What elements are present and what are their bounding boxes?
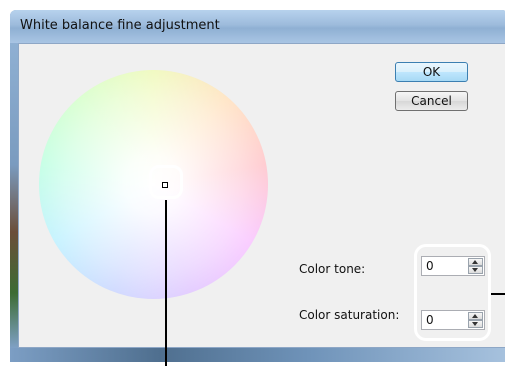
spin-down-icon[interactable] [468,266,483,274]
cancel-button[interactable]: Cancel [395,91,468,111]
window-border-bottom [10,348,505,362]
spin-down-icon[interactable] [468,320,483,328]
color-tone-value[interactable]: 0 [426,259,434,273]
spin-up-icon[interactable] [468,312,483,320]
callout-line [165,200,167,366]
spin-up-icon[interactable] [468,258,483,266]
callout-line [491,293,505,295]
color-tone-label: Color tone: [299,262,366,276]
color-saturation-label: Color saturation: [299,308,400,322]
color-wheel-marker[interactable] [162,182,168,188]
window-border [10,43,18,348]
window-title: White balance fine adjustment [20,18,220,33]
ok-button[interactable]: OK [395,62,468,82]
color-tone-spinner[interactable]: 0 [421,256,485,276]
color-saturation-spinner[interactable]: 0 [421,310,485,330]
color-saturation-value[interactable]: 0 [426,313,434,327]
title-bar[interactable]: White balance fine adjustment [10,10,505,43]
